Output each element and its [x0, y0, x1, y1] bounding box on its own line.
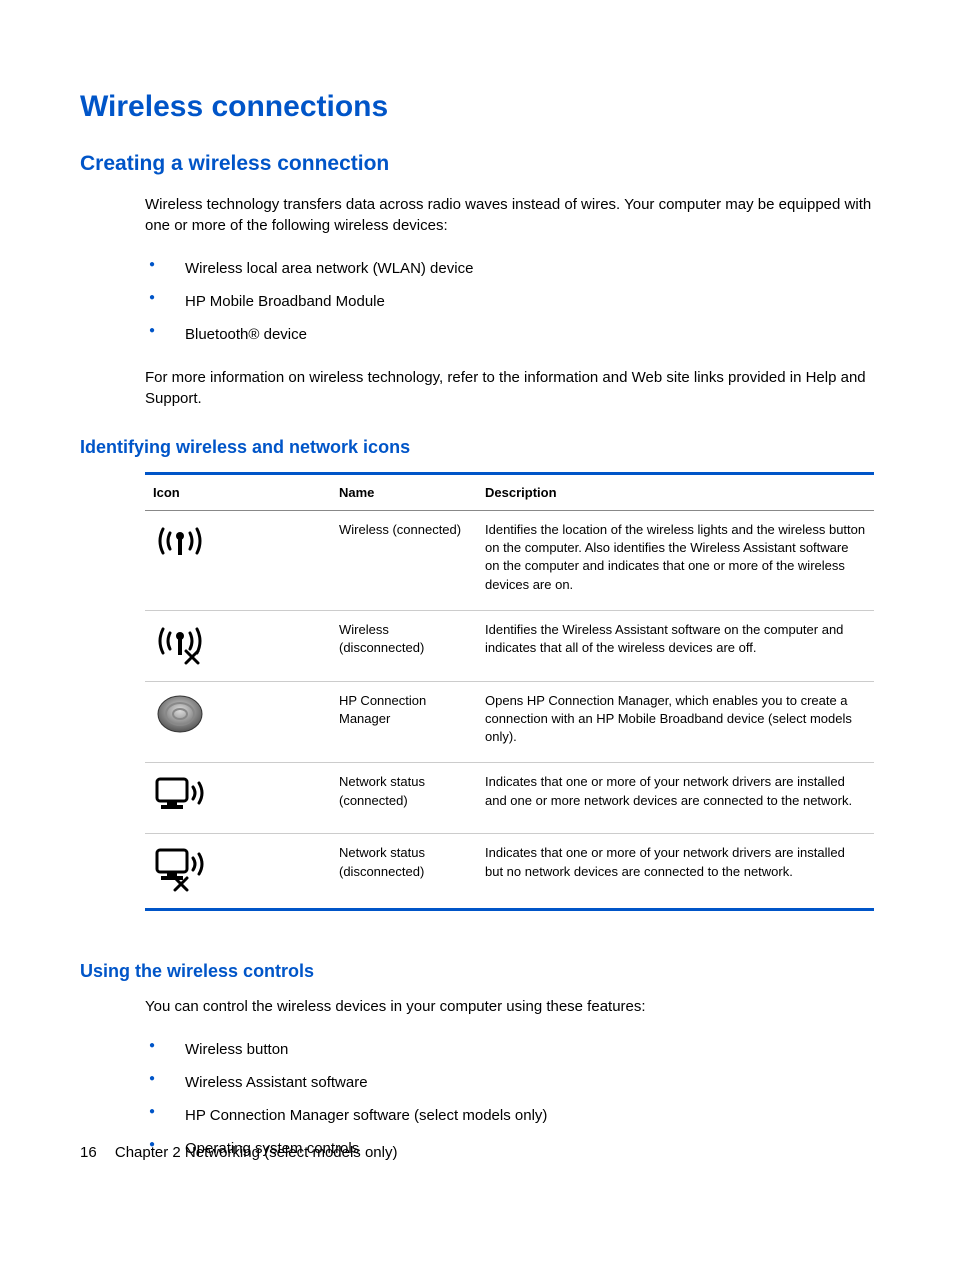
table-header-name: Name: [331, 474, 477, 511]
list-item: HP Connection Manager software (select m…: [145, 1099, 874, 1132]
list-item: Wireless local area network (WLAN) devic…: [145, 252, 874, 285]
table-cell-desc: Identifies the location of the wireless …: [477, 511, 874, 611]
page-title: Wireless connections: [80, 90, 874, 124]
wireless-disconnected-icon: [153, 621, 323, 665]
table-row: Network status (disconnected) Indicates …: [145, 834, 874, 910]
list-item: Wireless Assistant software: [145, 1066, 874, 1099]
table-cell-name: Wireless (disconnected): [331, 610, 477, 681]
table-cell-desc: Indicates that one or more of your netwo…: [477, 763, 874, 834]
section-creating-heading: Creating a wireless connection: [80, 152, 874, 176]
table-header-desc: Description: [477, 474, 874, 511]
icon-table: Icon Name Description: [145, 472, 874, 911]
table-row: Wireless (disconnected) Identifies the W…: [145, 610, 874, 681]
table-row: HP Connection Manager Opens HP Connectio…: [145, 681, 874, 763]
table-cell-desc: Identifies the Wireless Assistant softwa…: [477, 610, 874, 681]
table-header-icon: Icon: [145, 474, 331, 511]
network-disconnected-icon: [153, 844, 323, 892]
table-cell-name: HP Connection Manager: [331, 681, 477, 763]
list-item: Wireless button: [145, 1033, 874, 1066]
section-identifying-heading: Identifying wireless and network icons: [80, 437, 874, 458]
table-cell-name: Wireless (connected): [331, 511, 477, 611]
page-footer: 16 Chapter 2 Networking (select models o…: [80, 1144, 397, 1161]
table-cell-name: Network status (connected): [331, 763, 477, 834]
chapter-title: Chapter 2 Networking (select models only…: [115, 1144, 398, 1161]
section-controls-intro: You can control the wireless devices in …: [80, 996, 874, 1017]
section-creating-intro: Wireless technology transfers data acros…: [80, 194, 874, 236]
list-item: HP Mobile Broadband Module: [145, 285, 874, 318]
table-row: Network status (connected) Indicates tha…: [145, 763, 874, 834]
table-cell-name: Network status (disconnected): [331, 834, 477, 910]
table-row: Wireless (connected) Identifies the loca…: [145, 511, 874, 611]
section-creating-outro: For more information on wireless technol…: [80, 367, 874, 409]
network-connected-icon: [153, 773, 323, 817]
wireless-connected-icon: [153, 521, 323, 561]
list-item: Bluetooth® device: [145, 318, 874, 351]
section-controls-heading: Using the wireless controls: [80, 961, 874, 982]
table-cell-desc: Opens HP Connection Manager, which enabl…: [477, 681, 874, 763]
creating-bullet-list: Wireless local area network (WLAN) devic…: [80, 252, 874, 351]
page-number: 16: [80, 1144, 97, 1161]
table-cell-desc: Indicates that one or more of your netwo…: [477, 834, 874, 910]
hp-connection-manager-icon: [153, 692, 323, 736]
